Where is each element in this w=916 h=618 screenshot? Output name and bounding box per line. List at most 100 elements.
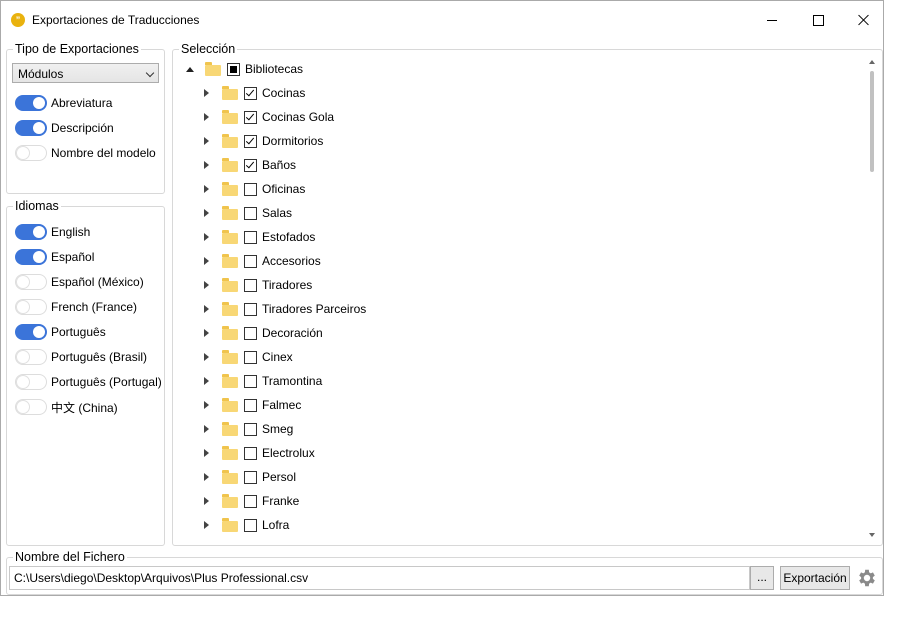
tree-item-row[interactable]: Tiradores bbox=[204, 274, 312, 296]
tree-item-checkbox[interactable] bbox=[244, 206, 257, 220]
expand-icon[interactable] bbox=[204, 401, 209, 409]
switch-knob bbox=[17, 276, 29, 288]
scroll-up-icon[interactable] bbox=[869, 60, 875, 64]
tree-item-checkbox[interactable] bbox=[244, 398, 257, 412]
idioma-toggle-row[interactable]: French (France) bbox=[15, 298, 137, 316]
tipo-option-switch[interactable] bbox=[15, 95, 47, 111]
export-button[interactable]: Exportación bbox=[780, 566, 850, 590]
expand-icon[interactable] bbox=[204, 113, 209, 121]
idioma-toggle-row[interactable]: Português (Portugal) bbox=[15, 373, 162, 391]
expand-icon[interactable] bbox=[204, 521, 209, 529]
tree-item-checkbox[interactable] bbox=[244, 518, 257, 532]
tree-item-checkbox[interactable] bbox=[244, 110, 257, 124]
folder-icon bbox=[222, 205, 238, 220]
minimize-button[interactable] bbox=[749, 1, 795, 39]
idioma-toggle-row[interactable]: Español (México) bbox=[15, 273, 144, 291]
expand-icon[interactable] bbox=[204, 257, 209, 265]
tree-item-checkbox[interactable] bbox=[244, 446, 257, 460]
tree-item-row[interactable]: Estofados bbox=[204, 226, 315, 248]
tipo-option-toggle-row[interactable]: Abreviatura bbox=[15, 94, 112, 112]
tree-item-row[interactable]: Persol bbox=[204, 466, 296, 488]
tree-item-row[interactable]: Accesorios bbox=[204, 250, 321, 272]
idioma-switch[interactable] bbox=[15, 399, 47, 415]
expand-icon[interactable] bbox=[204, 137, 209, 145]
idioma-toggle-row[interactable]: English bbox=[15, 223, 90, 241]
tree-item-row[interactable]: Cocinas bbox=[204, 82, 305, 104]
idioma-toggle-row[interactable]: 中文 (China) bbox=[15, 398, 118, 416]
tree-item-checkbox[interactable] bbox=[244, 158, 257, 172]
maximize-button[interactable] bbox=[795, 1, 841, 39]
expand-icon[interactable] bbox=[204, 449, 209, 457]
title-bar: ” Exportaciones de Traducciones bbox=[1, 1, 883, 39]
tipo-option-toggle-row[interactable]: Nombre del modelo bbox=[15, 144, 156, 162]
tree-item-checkbox[interactable] bbox=[244, 374, 257, 388]
browse-button[interactable]: ... bbox=[750, 566, 774, 590]
tree-scrollbar[interactable] bbox=[867, 57, 877, 541]
idioma-toggle-row[interactable]: Português bbox=[15, 323, 106, 341]
tree-item-row[interactable]: Decoración bbox=[204, 322, 323, 344]
tree-item-row[interactable]: Lofra bbox=[204, 514, 289, 536]
tree-root-row[interactable]: Bibliotecas bbox=[186, 58, 303, 80]
root-checkbox[interactable] bbox=[227, 62, 240, 76]
idioma-switch[interactable] bbox=[15, 374, 47, 390]
expand-icon[interactable] bbox=[186, 66, 194, 72]
tree-item-checkbox[interactable] bbox=[244, 278, 257, 292]
expand-icon[interactable] bbox=[204, 353, 209, 361]
gear-icon[interactable] bbox=[856, 567, 878, 589]
idioma-switch[interactable] bbox=[15, 224, 47, 240]
tree-item-row[interactable]: Tramontina bbox=[204, 370, 322, 392]
tree-item-checkbox[interactable] bbox=[244, 230, 257, 244]
expand-icon[interactable] bbox=[204, 185, 209, 193]
tree-item-checkbox[interactable] bbox=[244, 470, 257, 484]
expand-icon[interactable] bbox=[204, 209, 209, 217]
tree-item-row[interactable]: Smeg bbox=[204, 418, 293, 440]
scroll-down-icon[interactable] bbox=[869, 533, 875, 537]
tree-item-checkbox[interactable] bbox=[244, 182, 257, 196]
tree-item-label: Persol bbox=[262, 470, 297, 484]
tree-item-checkbox[interactable] bbox=[244, 86, 257, 100]
tipo-option-switch[interactable] bbox=[15, 145, 47, 161]
idioma-toggle-row[interactable]: Português (Brasil) bbox=[15, 348, 147, 366]
tree-item-row[interactable]: Oficinas bbox=[204, 178, 305, 200]
tree-item-row[interactable]: Electrolux bbox=[204, 442, 315, 464]
idioma-switch[interactable] bbox=[15, 349, 47, 365]
tree-item-row[interactable]: Baños bbox=[204, 154, 296, 176]
tree-item-row[interactable]: Cocinas Gola bbox=[204, 106, 334, 128]
tree-item-row[interactable]: Falmec bbox=[204, 394, 301, 416]
expand-icon[interactable] bbox=[204, 233, 209, 241]
tree-item-checkbox[interactable] bbox=[244, 350, 257, 364]
file-path-input[interactable] bbox=[9, 566, 750, 590]
expand-icon[interactable] bbox=[204, 497, 209, 505]
tree-item-checkbox[interactable] bbox=[244, 326, 257, 340]
tree-item-row[interactable]: Cinex bbox=[204, 346, 293, 368]
expand-icon[interactable] bbox=[204, 305, 209, 313]
folder-icon bbox=[222, 277, 238, 292]
tree-item-row[interactable]: Salas bbox=[204, 202, 292, 224]
idioma-switch[interactable] bbox=[15, 299, 47, 315]
close-button[interactable] bbox=[841, 1, 887, 39]
expand-icon[interactable] bbox=[204, 425, 209, 433]
idioma-switch[interactable] bbox=[15, 324, 47, 340]
idioma-switch[interactable] bbox=[15, 249, 47, 265]
scroll-thumb[interactable] bbox=[870, 71, 874, 172]
expand-icon[interactable] bbox=[204, 161, 209, 169]
expand-icon[interactable] bbox=[204, 329, 209, 337]
expand-icon[interactable] bbox=[204, 281, 209, 289]
idioma-switch[interactable] bbox=[15, 274, 47, 290]
tree-item-checkbox[interactable] bbox=[244, 254, 257, 268]
tipo-select[interactable]: Módulos bbox=[12, 63, 159, 83]
expand-icon[interactable] bbox=[204, 89, 209, 97]
idioma-toggle-row[interactable]: Español bbox=[15, 248, 94, 266]
expand-icon[interactable] bbox=[204, 377, 209, 385]
tree-item-checkbox[interactable] bbox=[244, 422, 257, 436]
tree-item-checkbox[interactable] bbox=[244, 494, 257, 508]
tree-item-row[interactable]: Tiradores Parceiros bbox=[204, 298, 366, 320]
tree-item-row[interactable]: Dormitorios bbox=[204, 130, 323, 152]
tree-item-row[interactable]: Franke bbox=[204, 490, 299, 512]
tree-item-checkbox[interactable] bbox=[244, 302, 257, 316]
tree-item-checkbox[interactable] bbox=[244, 134, 257, 148]
expand-icon[interactable] bbox=[204, 473, 209, 481]
tipo-option-switch[interactable] bbox=[15, 120, 47, 136]
tipo-option-toggle-row[interactable]: Descripción bbox=[15, 119, 114, 137]
idiomas-group: Idiomas English Español Español (México) Fr… bbox=[6, 198, 165, 546]
